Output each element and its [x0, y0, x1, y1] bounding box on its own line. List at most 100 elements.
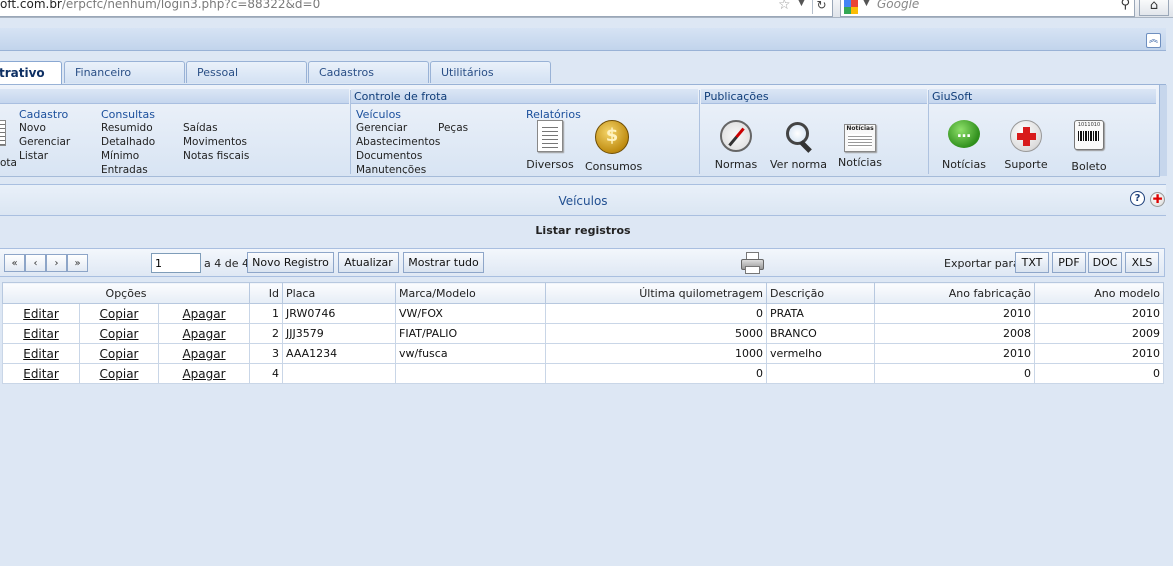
edit-link[interactable]: Editar	[2, 363, 80, 384]
page-of-label: a 4 de 4	[204, 257, 249, 270]
panel-title: Veículos	[0, 184, 1166, 216]
close-icon[interactable]: ✚	[1150, 192, 1165, 207]
ribbon-item-abastecimentos[interactable]: Abastecimentos	[356, 136, 440, 148]
edit-link[interactable]: Editar	[2, 323, 80, 344]
ribbon-head-consultas[interactable]: Consultas	[101, 108, 155, 121]
copy-link[interactable]: Copiar	[79, 323, 159, 344]
table-header-row: Opções Id Placa Marca/Modelo Última quil…	[2, 282, 1164, 304]
prev-page-button[interactable]: ‹	[25, 254, 46, 272]
copy-link[interactable]: Copiar	[79, 363, 159, 384]
ribbon-item-notas-fiscais[interactable]: Notas fiscais	[183, 150, 249, 162]
normas-button[interactable]: Normas	[713, 120, 759, 171]
ribbon-item-listar[interactable]: Listar	[19, 150, 48, 162]
browser-toolbar: oft.com.br/erpcfc/nenhum/login3.php?c=88…	[0, 0, 1173, 18]
export-pdf-button[interactable]: PDF	[1052, 252, 1086, 273]
edit-link[interactable]: Editar	[2, 303, 80, 324]
address-text[interactable]: oft.com.br/erpcfc/nenhum/login3.php?c=88…	[0, 0, 320, 11]
tab-financeiro[interactable]: Financeiro	[64, 61, 185, 83]
group-separator	[699, 90, 700, 174]
giusoft-noticias-button[interactable]: … Notícias	[940, 120, 988, 171]
cell-description	[766, 363, 875, 384]
search-engine-dropdown-icon[interactable]: ▼	[863, 0, 870, 8]
newspaper-icon: Notícias	[844, 124, 876, 152]
suporte-button[interactable]: Suporte	[1003, 120, 1049, 171]
delete-link[interactable]: Apagar	[158, 303, 250, 324]
page-number-input[interactable]	[151, 253, 201, 273]
group-head-publicacoes: Publicações	[701, 89, 927, 104]
consumos-button[interactable]: $ Consumos	[585, 120, 642, 173]
dollar-coin-icon: $	[595, 120, 629, 154]
ribbon-item-resumido[interactable]: Resumido	[101, 122, 153, 134]
reload-icon[interactable]: ↻	[812, 0, 830, 14]
ribbon-cut-label[interactable]: ota	[0, 157, 17, 169]
col-plate[interactable]: Placa	[282, 282, 396, 304]
last-page-button[interactable]: »	[67, 254, 88, 272]
export-doc-button[interactable]: DOC	[1088, 252, 1122, 273]
google-icon[interactable]	[844, 0, 858, 14]
tab-label: Cadastros	[319, 66, 374, 79]
noticias-button[interactable]: Notícias Notícias	[836, 120, 884, 169]
cell-mileage: 0	[545, 303, 767, 324]
delete-link[interactable]: Apagar	[158, 323, 250, 344]
col-year-made[interactable]: Ano fabricação	[874, 282, 1035, 304]
delete-link[interactable]: Apagar	[158, 363, 250, 384]
ver-norma-button[interactable]: Ver norma	[770, 120, 827, 171]
diversos-button[interactable]: Diversos	[526, 120, 574, 171]
export-xls-button[interactable]: XLS	[1125, 252, 1159, 273]
first-page-button[interactable]: «	[4, 254, 25, 272]
ribbon-item-gerenciar-veiculos[interactable]: Gerenciar	[356, 122, 407, 134]
ribbon-item-saidas[interactable]: Saídas	[183, 122, 218, 134]
next-page-button[interactable]: ›	[46, 254, 67, 272]
home-icon[interactable]: ⌂	[1139, 0, 1169, 16]
tab-cadastros[interactable]: Cadastros	[308, 61, 429, 83]
col-description[interactable]: Descrição	[766, 282, 875, 304]
ribbon-item-movimentos[interactable]: Movimentos	[183, 136, 247, 148]
search-icon[interactable]: ⚲	[1120, 0, 1130, 12]
ribbon-head-veiculos[interactable]: Veículos	[356, 108, 401, 121]
printer-icon[interactable]	[740, 252, 764, 274]
group-head-giusoft: GiuSoft	[929, 89, 1156, 104]
ribbon-item-novo[interactable]: Novo	[19, 122, 46, 134]
ribbon-item-manutencoes[interactable]: Manutenções	[356, 164, 426, 174]
cell-year-model: 2009	[1034, 323, 1164, 344]
col-id[interactable]: Id	[249, 282, 283, 304]
history-dropdown-icon[interactable]: ▼	[798, 0, 805, 8]
ribbon-item-gerenciar[interactable]: Gerenciar	[19, 136, 70, 148]
ribbon-item-detalhado[interactable]: Detalhado	[101, 136, 155, 148]
new-record-button[interactable]: Novo Registro	[247, 252, 334, 273]
cell-year-model: 2010	[1034, 303, 1164, 324]
collapse-ribbon-icon[interactable]: ︽	[1146, 33, 1161, 48]
cell-year-made: 2008	[874, 323, 1035, 344]
ribbon-item-documentos[interactable]: Documentos	[356, 150, 422, 162]
boleto-button[interactable]: 1011010 Boleto	[1066, 120, 1112, 173]
cell-year-made: 0	[874, 363, 1035, 384]
show-all-button[interactable]: Mostrar tudo	[403, 252, 484, 273]
ribbon-item-pecas[interactable]: Peças	[438, 122, 468, 134]
ribbon-item-minimo[interactable]: Mínimo	[101, 150, 139, 162]
vehicles-table: Opções Id Placa Marca/Modelo Última quil…	[2, 282, 1164, 384]
bookmark-star-icon[interactable]: ☆	[778, 0, 791, 13]
copy-link[interactable]: Copiar	[79, 303, 159, 324]
copy-link[interactable]: Copiar	[79, 343, 159, 364]
col-model[interactable]: Marca/Modelo	[395, 282, 546, 304]
col-year-model[interactable]: Ano modelo	[1034, 282, 1164, 304]
magnifier-icon	[782, 120, 814, 152]
ribbon-head-cadastro[interactable]: Cadastro	[19, 108, 68, 121]
col-mileage[interactable]: Última quilometragem	[545, 282, 767, 304]
delete-link[interactable]: Apagar	[158, 343, 250, 364]
address-bar[interactable]: oft.com.br/erpcfc/nenhum/login3.php?c=88…	[0, 0, 833, 17]
edit-link[interactable]: Editar	[2, 343, 80, 364]
report-document-icon	[537, 120, 563, 152]
tab-pessoal[interactable]: Pessoal	[186, 61, 307, 83]
ribbon-item-entradas[interactable]: Entradas	[101, 164, 148, 174]
tab-administrativo[interactable]: trativo	[0, 61, 62, 85]
barcode-icon: 1011010	[1074, 120, 1104, 150]
help-icon[interactable]: ?	[1130, 191, 1145, 206]
cell-mileage: 1000	[545, 343, 767, 364]
export-txt-button[interactable]: TXT	[1015, 252, 1049, 273]
browser-search-field[interactable]: ▼ Google ⚲	[840, 0, 1135, 17]
refresh-button[interactable]: Atualizar	[338, 252, 399, 273]
support-cross-icon	[1010, 120, 1042, 152]
partial-document-icon[interactable]	[0, 120, 6, 146]
tab-utilitarios[interactable]: Utilitários	[430, 61, 551, 83]
